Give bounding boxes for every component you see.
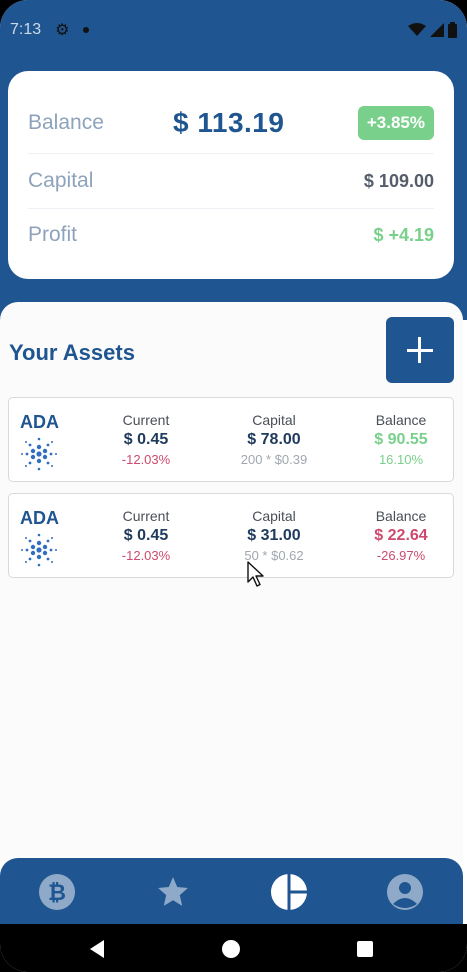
cardano-logo-icon <box>21 533 57 567</box>
balance-value: $ 22.64 <box>374 527 428 544</box>
capital-label: Capital <box>28 169 94 192</box>
capital-label: Capital <box>252 412 296 428</box>
current-column: Current $ 0.45 -12.03% <box>86 508 206 563</box>
divider <box>28 153 434 154</box>
mouse-cursor-icon <box>247 561 264 587</box>
capital-value: $ 31.00 <box>247 527 301 544</box>
capital-detail: 50 * $0.62 <box>244 548 304 563</box>
pie-chart-icon <box>271 874 307 910</box>
system-nav-bar <box>0 924 467 972</box>
nav-portfolio[interactable] <box>269 872 309 912</box>
asset-card[interactable]: ADA Current $ 0.45 <box>8 493 454 578</box>
capital-value: $ 78.00 <box>247 431 301 448</box>
balance-value: $ 90.55 <box>374 431 428 448</box>
capital-row: Capital $ 109.00 <box>28 166 434 196</box>
back-icon[interactable] <box>86 938 108 960</box>
status-icons <box>408 22 457 38</box>
star-icon <box>158 877 188 906</box>
assets-panel: Your Assets ADA Current $ 0.45 -12.03% C… <box>0 302 463 862</box>
nav-bitcoin[interactable]: ₿ <box>37 872 77 912</box>
capital-value: $ 109.00 <box>363 170 434 191</box>
svg-text:₿: ₿ <box>48 880 66 905</box>
divider <box>28 208 434 209</box>
nav-profile[interactable] <box>385 872 425 912</box>
nav-favorites[interactable] <box>153 872 193 912</box>
balance-label: Balance <box>375 412 427 428</box>
capital-detail: 200 * $0.39 <box>240 452 308 467</box>
asset-card[interactable]: ADA Current $ 0.45 <box>8 397 454 482</box>
balance-change-badge: +3.85% <box>357 106 434 140</box>
profit-row: Profit $ +4.19 <box>28 220 434 250</box>
notification-dot-icon <box>83 27 90 33</box>
gear-icon: ⚙ <box>55 22 70 39</box>
phone-screen: 7:13 ⚙ Balance $ 113.19 +3.85% Capital $… <box>0 0 467 972</box>
current-column: Current $ 0.45 -12.03% <box>86 412 206 467</box>
balance-column: Balance $ 90.55 16.10% <box>341 412 461 467</box>
assets-title: Your Assets <box>9 340 135 365</box>
current-change: -12.03% <box>121 452 171 467</box>
capital-column: Capital $ 31.00 50 * $0.62 <box>214 508 334 563</box>
balance-change: -26.97% <box>376 548 426 563</box>
recents-icon[interactable] <box>354 938 376 960</box>
balance-change: 16.10% <box>378 452 424 467</box>
wifi-icon <box>408 23 426 36</box>
current-label: Current <box>122 412 170 428</box>
capital-label: Capital <box>252 508 296 524</box>
profit-value: $ +4.19 <box>373 224 434 245</box>
bitcoin-icon: ₿ <box>39 874 75 910</box>
asset-symbol: ADA <box>20 508 59 528</box>
balance-column: Balance $ 22.64 -26.97% <box>341 508 461 563</box>
asset-symbol: ADA <box>20 412 59 432</box>
battery-icon <box>448 22 457 38</box>
cardano-logo-icon <box>21 437 57 471</box>
portfolio-summary-card: Balance $ 113.19 +3.85% Capital $ 109.00… <box>8 71 454 279</box>
balance-label: Balance <box>28 111 104 134</box>
profile-icon <box>387 874 423 910</box>
bottom-nav: ₿ <box>0 858 463 924</box>
current-price: $ 0.45 <box>123 431 169 448</box>
capital-column: Capital $ 78.00 200 * $0.39 <box>214 412 334 467</box>
home-icon[interactable] <box>220 938 242 960</box>
balance-row: Balance $ 113.19 +3.85% <box>28 101 434 145</box>
current-label: Current <box>122 508 170 524</box>
current-price: $ 0.45 <box>123 527 169 544</box>
signal-icon <box>430 23 444 37</box>
current-change: -12.03% <box>121 548 171 563</box>
status-bar: 7:13 ⚙ <box>0 0 467 60</box>
status-time: 7:13 <box>10 21 42 38</box>
balance-label: Balance <box>375 508 427 524</box>
plus-icon-vertical <box>418 337 421 363</box>
add-asset-button[interactable] <box>386 317 454 383</box>
balance-value: $ 113.19 <box>173 107 285 138</box>
profit-label: Profit <box>28 223 78 246</box>
